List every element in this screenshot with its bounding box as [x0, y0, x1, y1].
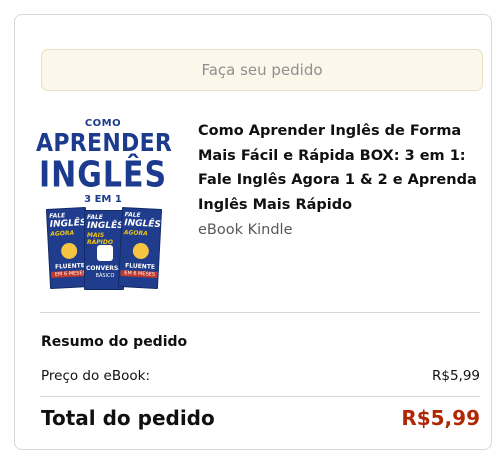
ebook-price-label: Preço do eBook:	[41, 368, 151, 384]
cover-book-2-sub: MAIS RÁPIDO	[87, 232, 113, 246]
order-total-value: R$5,99	[401, 406, 480, 430]
cover-book-3-main: INGLÊS	[124, 218, 162, 231]
summary-divider	[40, 312, 480, 313]
cover-text-3em1: 3 EM 1	[84, 194, 122, 205]
cover-book-3-sub: AGORA	[123, 229, 148, 238]
cover-book-1-main: INGLÊS	[49, 218, 87, 230]
order-total-label: Total do pedido	[41, 406, 215, 430]
total-divider	[40, 396, 480, 397]
place-order-button[interactable]: Faça seu pedido	[41, 49, 483, 91]
cover-book-3-face-icon	[132, 242, 150, 260]
book-cover-image[interactable]: COMO APRENDER INGLÊS 3 EM 1 FALE INGLÊS …	[36, 112, 172, 290]
cover-book-3: FALE INGLÊS AGORA FLUENTE EM 6 MESES	[117, 207, 163, 289]
product-format: eBook Kindle	[198, 222, 293, 238]
ebook-price-value: R$5,99	[431, 368, 480, 384]
product-title-link[interactable]: Como Aprender Inglês de Forma Mais Fácil…	[198, 119, 478, 217]
cover-book-3-band: EM 6 MESES	[120, 270, 159, 279]
cover-book-2-top: FALE	[87, 214, 103, 221]
cover-text-como: COMO	[84, 118, 122, 129]
cover-book-2-main: INGLÊS	[87, 221, 124, 231]
cover-book-1-sub: AGORA	[50, 229, 75, 238]
cover-book-2-number-icon	[97, 245, 113, 261]
cover-text-ingles: INGLÊS	[38, 154, 168, 196]
cover-book-1-face-icon	[60, 242, 78, 260]
summary-title: Resumo do pedido	[41, 334, 188, 350]
